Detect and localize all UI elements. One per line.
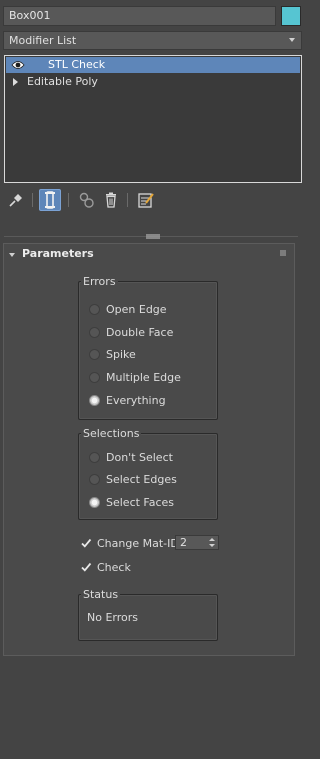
make-unique-button[interactable] [76,189,98,211]
errors-group-title: Errors [81,275,118,288]
show-end-result-icon [45,191,55,209]
radio-select-edges[interactable]: Select Edges [89,471,177,487]
spinner-up-icon[interactable] [209,538,215,541]
radio-label: Select Faces [106,495,175,509]
radio-icon [89,303,100,315]
object-name-field[interactable]: Box001 [3,6,276,26]
trash-icon [106,192,116,208]
resize-grip-icon[interactable] [146,234,160,239]
stack-item-stl-check[interactable]: STL Check [6,57,300,73]
selections-group-title: Selections [81,427,142,440]
radio-dont-select[interactable]: Don't Select [89,449,173,465]
radio-icon [89,451,100,463]
pin-stack-button[interactable] [5,189,27,211]
radio-selected-icon [89,496,100,508]
pin-stack-icon [9,194,22,207]
change-mat-id-checkbox[interactable]: Change Mat-ID [80,535,179,551]
configure-modifier-sets-icon [138,193,154,208]
remove-modifier-button[interactable] [100,189,122,211]
radio-selected-icon [89,394,100,406]
toolbar-separator [32,193,33,207]
rollout-drag-grip-icon[interactable] [280,250,286,256]
radio-multiple-edge[interactable]: Multiple Edge [89,369,181,385]
stack-item-editable-poly[interactable]: Editable Poly [6,74,300,90]
checkbox-label: Check [97,560,131,574]
radio-label: Open Edge [106,302,167,316]
radio-open-edge[interactable]: Open Edge [89,301,167,317]
stack-item-label: STL Check [48,58,106,71]
checkmark-icon [80,561,92,573]
toolbar-separator [68,193,69,207]
radio-label: Don't Select [106,450,173,464]
status-group-title: Status [81,588,121,601]
radio-label: Double Face [106,325,174,339]
radio-select-faces[interactable]: Select Faces [89,494,174,510]
radio-double-face[interactable]: Double Face [89,324,173,340]
status-text: No Errors [87,611,138,624]
configure-modifier-sets-button[interactable] [135,189,157,211]
eye-icon[interactable] [11,59,25,71]
spinner-down-icon[interactable] [209,544,215,547]
radio-icon [89,371,100,383]
checkbox-label: Change Mat-ID [97,536,179,550]
object-color-swatch[interactable] [281,6,301,26]
checkmark-icon [80,537,92,549]
mat-id-spinner[interactable]: 2 [175,535,219,550]
rollout-title: Parameters [22,247,94,260]
modifier-list-dropdown[interactable]: Modifier List [3,31,302,50]
make-unique-icon [79,192,94,208]
radio-icon [89,348,100,360]
modifier-list-label: Modifier List [9,34,77,47]
modifier-stack: STL Check Editable Poly [4,55,302,183]
toolbar-separator [127,193,128,207]
chevron-down-icon [289,38,295,42]
radio-everything[interactable]: Everything [89,392,166,408]
radio-label: Everything [106,393,166,407]
radio-label: Multiple Edge [106,370,181,384]
check-checkbox[interactable]: Check [80,559,131,575]
radio-label: Spike [106,347,136,361]
radio-spike[interactable]: Spike [89,346,136,362]
collapse-triangle-icon[interactable] [9,253,15,257]
radio-icon [89,473,100,485]
radio-label: Select Edges [106,472,177,486]
stack-item-label: Editable Poly [27,75,98,88]
show-end-result-button[interactable] [39,189,61,211]
mat-id-value[interactable]: 2 [180,536,187,549]
expand-triangle-icon[interactable] [13,78,18,86]
radio-icon [89,326,100,338]
